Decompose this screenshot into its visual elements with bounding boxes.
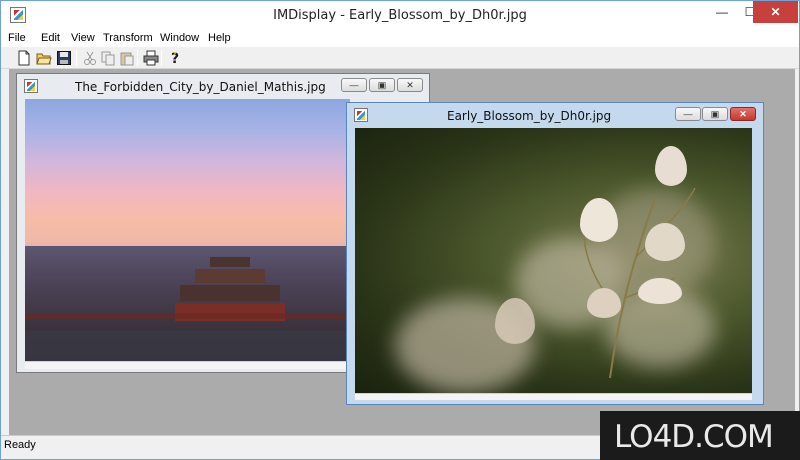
image-icon[interactable] xyxy=(24,79,38,93)
red-wall-row xyxy=(25,313,350,319)
child-title-bar[interactable]: Early_Blossom_by_Dh0r.jpg — ▣ ✕ xyxy=(347,103,763,125)
mdi-client-area[interactable]: The_Forbidden_City_by_Daniel_Mathis.jpg … xyxy=(9,69,795,435)
blossom-flower xyxy=(495,298,535,344)
window-title: IMDisplay - Early_Blossom_by_Dh0r.jpg xyxy=(273,8,527,23)
child-caption: Early_Blossom_by_Dh0r.jpg xyxy=(447,109,612,123)
menu-window[interactable]: Window xyxy=(160,32,199,44)
cut-icon[interactable] xyxy=(82,50,98,66)
child-minimize-button[interactable]: — xyxy=(341,78,367,92)
child-window-early-blossom[interactable]: Early_Blossom_by_Dh0r.jpg — ▣ ✕ xyxy=(346,102,764,405)
blossom-flower xyxy=(587,288,621,318)
save-icon[interactable] xyxy=(56,50,72,66)
toolbar-separator xyxy=(137,50,138,66)
horizontal-scrollbar[interactable] xyxy=(25,361,350,369)
menu-edit[interactable]: Edit xyxy=(41,32,60,44)
menu-file[interactable]: File xyxy=(8,32,26,44)
blossom-flower xyxy=(655,146,687,186)
child-close-button[interactable]: ✕ xyxy=(397,78,423,92)
child-restore-button[interactable]: ▣ xyxy=(702,107,728,121)
horizontal-scrollbar[interactable] xyxy=(355,393,752,400)
minimize-button[interactable]: — xyxy=(707,1,737,23)
child-caption: The_Forbidden_City_by_Daniel_Mathis.jpg xyxy=(75,80,326,94)
toolbar-separator xyxy=(161,50,162,66)
menu-transform[interactable]: Transform xyxy=(103,32,153,44)
courtyard xyxy=(25,331,350,361)
child-title-bar[interactable]: The_Forbidden_City_by_Daniel_Mathis.jpg … xyxy=(17,74,429,96)
palace-roof-middle xyxy=(195,269,265,283)
toolbar-separator xyxy=(76,50,77,66)
forbidden-city-image xyxy=(25,99,350,361)
title-bar[interactable]: IMDisplay - Early_Blossom_by_Dh0r.jpg — … xyxy=(1,1,799,29)
copy-icon[interactable] xyxy=(100,50,116,66)
palace-roof-lower xyxy=(180,285,280,301)
toolbar: ? xyxy=(1,47,799,69)
blossom-flower xyxy=(580,198,618,242)
help-icon[interactable]: ? xyxy=(167,50,183,66)
new-icon[interactable] xyxy=(16,50,32,66)
child-restore-button[interactable]: ▣ xyxy=(369,78,395,92)
watermark-text: LO4D.COM xyxy=(614,419,774,455)
blossom-flower xyxy=(638,278,682,304)
close-button[interactable]: ✕ xyxy=(753,1,798,23)
paste-icon[interactable] xyxy=(119,50,135,66)
image-icon[interactable] xyxy=(354,108,368,122)
palace-roof-top xyxy=(210,257,250,267)
early-blossom-image xyxy=(355,128,752,393)
open-icon[interactable] xyxy=(36,50,52,66)
blossom-flower xyxy=(645,223,685,261)
child-minimize-button[interactable]: — xyxy=(675,107,701,121)
menu-view[interactable]: View xyxy=(71,32,95,44)
status-text: Ready xyxy=(4,439,36,451)
child-close-button[interactable]: ✕ xyxy=(730,107,756,121)
app-window: IMDisplay - Early_Blossom_by_Dh0r.jpg — … xyxy=(0,0,800,460)
menu-help[interactable]: Help xyxy=(208,32,231,44)
watermark: LO4D.COM xyxy=(600,411,800,460)
blossom-stems xyxy=(583,187,696,379)
print-icon[interactable] xyxy=(143,50,159,66)
menu-bar: File Edit View Transform Window Help xyxy=(1,29,799,47)
